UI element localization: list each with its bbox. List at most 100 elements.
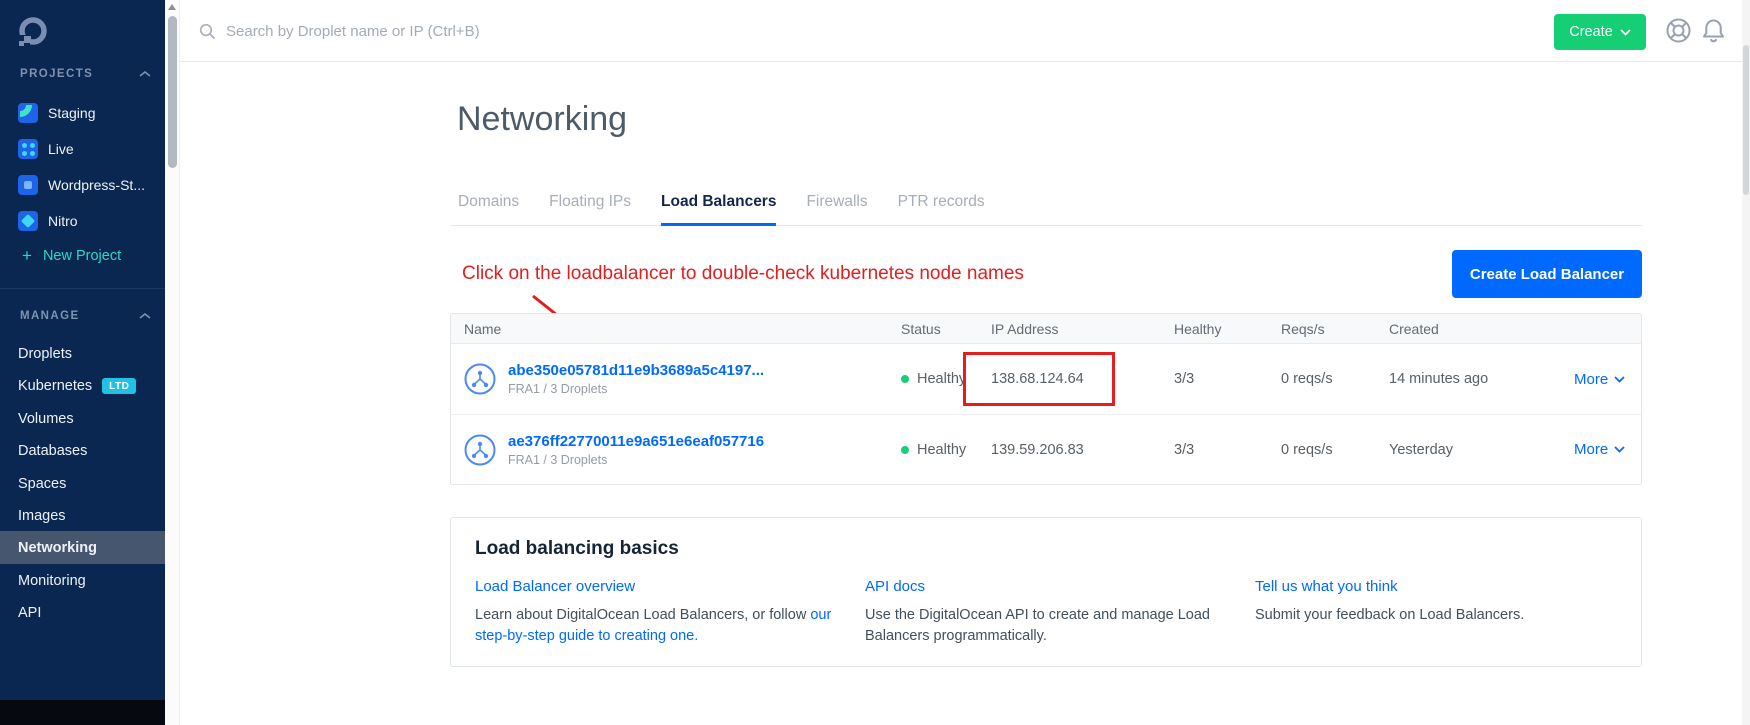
healthy-status-dot: [901, 375, 909, 383]
sidebar-item-api[interactable]: API: [0, 601, 165, 625]
column-header-name: Name: [464, 321, 901, 337]
status-text: Healthy: [917, 371, 966, 387]
new-project-button[interactable]: + New Project: [0, 244, 165, 268]
sidebar-item-droplets[interactable]: Droplets: [0, 342, 165, 366]
basics-column-api: API docs Use the DigitalOcean API to cre…: [865, 578, 1227, 647]
chevron-down-icon: [1614, 376, 1625, 383]
create-button-label: Create: [1569, 24, 1613, 40]
column-header-status: Status: [901, 321, 991, 337]
basics-text: Submit your feedback on Load Balancers.: [1255, 605, 1617, 626]
tab-load-balancers[interactable]: Load Balancers: [661, 193, 776, 225]
sidebar-item-kubernetes[interactable]: Kubernetes LTD: [0, 374, 165, 398]
right-scrollbar: [1742, 0, 1750, 725]
sidebar-project-live[interactable]: Live: [0, 137, 165, 161]
project-label: Live: [48, 141, 74, 157]
projects-label: PROJECTS: [20, 68, 93, 80]
basics-title: Load balancing basics: [475, 538, 1617, 560]
chevron-up-icon: [139, 70, 151, 78]
sidebar-item-spaces[interactable]: Spaces: [0, 472, 165, 496]
help-lifering-icon[interactable]: [1664, 16, 1693, 45]
load-balancer-table: Name Status IP Address Healthy Reqs/s Cr…: [450, 313, 1642, 485]
column-header-created: Created: [1389, 321, 1574, 337]
sidebar-project-nitro[interactable]: Nitro: [0, 209, 165, 233]
digitalocean-networking-page: PROJECTS Staging Live Wordpress-St... Ni…: [0, 0, 1750, 725]
basics-text: Use the DigitalOcean API to create and m…: [865, 605, 1227, 647]
table-row: ae376ff22770011e9a651e6eaf057716 FRA1 / …: [451, 414, 1641, 484]
load-balancing-basics-card: Load balancing basics Load Balancer over…: [450, 517, 1642, 667]
sidebar-project-wordpress[interactable]: Wordpress-St...: [0, 173, 165, 197]
basics-column-feedback: Tell us what you think Submit your feedb…: [1255, 578, 1617, 647]
more-button[interactable]: More: [1574, 371, 1625, 388]
item-label: Images: [18, 508, 66, 524]
sidebar-project-staging[interactable]: Staging: [0, 101, 165, 125]
bell-icon[interactable]: [1699, 16, 1728, 45]
item-label: Databases: [18, 443, 87, 459]
sidebar-item-images[interactable]: Images: [0, 504, 165, 528]
more-button[interactable]: More: [1574, 441, 1625, 458]
table-header-row: Name Status IP Address Healthy Reqs/s Cr…: [451, 314, 1641, 344]
tab-label: Load Balancers: [661, 193, 776, 210]
right-scrollbar-thumb[interactable]: [1743, 45, 1749, 195]
load-balancer-name-link[interactable]: ae376ff22770011e9a651e6eaf057716: [508, 433, 764, 450]
feedback-link[interactable]: Tell us what you think: [1255, 578, 1617, 595]
more-label: More: [1574, 441, 1608, 458]
item-label: Volumes: [18, 411, 74, 427]
chevron-up-icon: [139, 312, 151, 320]
column-header-healthy: Healthy: [1174, 321, 1281, 337]
ip-address: 138.68.124.64: [991, 371, 1174, 387]
status-text: Healthy: [917, 442, 966, 458]
sidebar-bottom-strip: [0, 700, 165, 725]
left-scrollbar-thumb[interactable]: [168, 16, 177, 168]
topbar: Create: [180, 0, 1750, 62]
tab-label: Floating IPs: [549, 193, 631, 210]
project-label: Nitro: [48, 213, 78, 229]
item-label: Monitoring: [18, 573, 86, 589]
project-label: Wordpress-St...: [48, 177, 145, 193]
chevron-down-icon: [1614, 446, 1625, 453]
load-balancer-overview-link[interactable]: Load Balancer overview: [475, 578, 837, 595]
item-label: Kubernetes: [18, 378, 92, 394]
page-title: Networking: [457, 100, 627, 139]
item-label: Droplets: [18, 346, 72, 362]
created-time: 14 minutes ago: [1389, 371, 1574, 387]
manage-section-header[interactable]: MANAGE: [20, 310, 151, 322]
healthy-status-dot: [901, 446, 909, 454]
requests-per-second: 0 reqs/s: [1281, 371, 1389, 387]
basics-text: Learn about DigitalOcean Load Balancers,…: [475, 607, 806, 623]
tab-label: PTR records: [898, 193, 985, 210]
sidebar-item-monitoring[interactable]: Monitoring: [0, 569, 165, 593]
tab-ptr-records[interactable]: PTR records: [898, 193, 985, 225]
scroll-up-arrow-icon[interactable]: [168, 4, 176, 10]
ip-address: 139.59.206.83: [991, 442, 1174, 458]
created-time: Yesterday: [1389, 442, 1574, 458]
more-label: More: [1574, 371, 1608, 388]
column-header-reqs: Reqs/s: [1281, 321, 1389, 337]
wordpress-project-icon: [18, 175, 38, 195]
tab-domains[interactable]: Domains: [458, 193, 519, 225]
digitalocean-logo-icon[interactable]: [16, 15, 50, 49]
sidebar-item-networking[interactable]: Networking: [0, 531, 165, 564]
project-label: Staging: [48, 105, 95, 121]
sidebar: PROJECTS Staging Live Wordpress-St... Ni…: [0, 0, 165, 725]
healthy-count: 3/3: [1174, 371, 1281, 387]
requests-per-second: 0 reqs/s: [1281, 442, 1389, 458]
healthy-count: 3/3: [1174, 442, 1281, 458]
load-balancer-region: FRA1 / 3 Droplets: [508, 382, 764, 396]
tab-floating-ips[interactable]: Floating IPs: [549, 193, 631, 225]
tab-firewalls[interactable]: Firewalls: [806, 193, 867, 225]
sidebar-item-databases[interactable]: Databases: [0, 439, 165, 463]
load-balancer-icon: [464, 434, 496, 466]
search-input[interactable]: [226, 23, 646, 40]
create-load-balancer-button[interactable]: Create Load Balancer: [1452, 250, 1642, 298]
sidebar-item-volumes[interactable]: Volumes: [0, 407, 165, 431]
api-docs-link[interactable]: API docs: [865, 578, 1227, 595]
tab-bar: Domains Floating IPs Load Balancers Fire…: [450, 193, 1642, 226]
plus-icon: +: [22, 246, 32, 266]
load-balancer-name-link[interactable]: abe350e05781d11e9b3689a5c4197...: [508, 362, 764, 379]
projects-section-header[interactable]: PROJECTS: [20, 68, 151, 80]
manage-label: MANAGE: [20, 310, 80, 322]
create-button[interactable]: Create: [1554, 14, 1646, 50]
tab-label: Firewalls: [806, 193, 867, 210]
item-label: Spaces: [18, 476, 66, 492]
item-label: Networking: [18, 540, 97, 556]
